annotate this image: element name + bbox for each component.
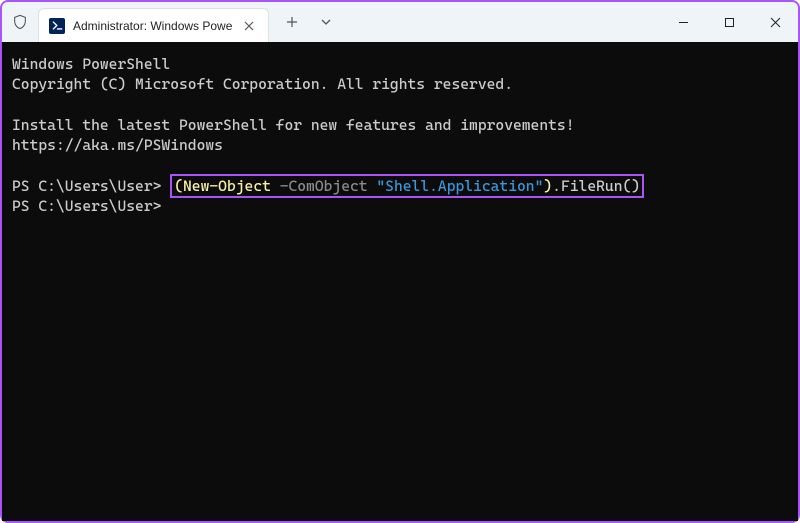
powershell-icon — [49, 18, 65, 34]
window-controls — [660, 2, 798, 42]
terminal-header-line1: Windows PowerShell — [12, 55, 170, 73]
highlighted-command: (New-Object -ComObject "Shell.Applicatio… — [170, 174, 644, 198]
titlebar: Administrator: Windows Powe — [2, 2, 798, 42]
tab-close-button[interactable] — [240, 17, 258, 35]
terminal-prompt-2: PS C:\Users\User> — [12, 197, 170, 215]
new-tab-button[interactable] — [277, 7, 307, 37]
tab-powershell[interactable]: Administrator: Windows Powe — [38, 8, 269, 42]
terminal-prompt-1: PS C:\Users\User> — [12, 177, 170, 195]
tab-dropdown-button[interactable] — [311, 7, 341, 37]
cmd-space — [271, 177, 280, 195]
minimize-button[interactable] — [660, 2, 706, 42]
tab-title: Administrator: Windows Powe — [73, 19, 232, 33]
terminal-pane[interactable]: Windows PowerShell Copyright (C) Microso… — [2, 42, 798, 521]
cmd-paren-open: ( — [174, 177, 183, 195]
app-shield-icon — [2, 2, 38, 42]
maximize-button[interactable] — [706, 2, 752, 42]
cmd-paren-close: ) — [543, 177, 552, 195]
cmd-method: .FileRun() — [552, 177, 640, 195]
cmd-param: -ComObject — [280, 177, 368, 195]
close-button[interactable] — [752, 2, 798, 42]
cmd-cmdlet: New-Object — [183, 177, 271, 195]
titlebar-drag-area[interactable] — [341, 2, 660, 42]
terminal-header-line2: Copyright (C) Microsoft Corporation. All… — [12, 75, 513, 93]
cmd-string: "Shell.Application" — [376, 177, 543, 195]
tab-controls — [269, 2, 341, 42]
terminal-install-msg: Install the latest PowerShell for new fe… — [12, 116, 583, 154]
